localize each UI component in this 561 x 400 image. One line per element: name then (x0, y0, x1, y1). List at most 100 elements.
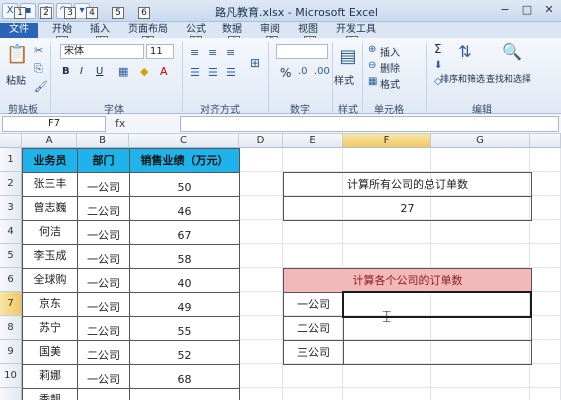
row-header[interactable]: 6 (0, 268, 22, 292)
table-cell[interactable]: 50 (129, 172, 240, 197)
table-cell[interactable]: 55 (129, 316, 240, 341)
format-cells-button[interactable]: 格式 (380, 76, 400, 91)
empty-cell[interactable] (239, 196, 283, 220)
align-middle-icon[interactable]: ≡ (208, 46, 217, 59)
empty-cell[interactable] (431, 388, 530, 400)
row-header[interactable]: 1 (0, 148, 22, 172)
find-select-icon[interactable]: 🔍 (500, 42, 524, 61)
empty-cell[interactable] (239, 388, 283, 400)
total-box-value[interactable]: 27 (283, 196, 532, 221)
column-header[interactable]: D (239, 134, 283, 148)
table-cell[interactable]: 68 (129, 364, 240, 389)
format-cells-icon[interactable]: ▦ (368, 76, 377, 87)
border-icon[interactable]: ▦ (118, 65, 128, 78)
empty-cell[interactable] (343, 364, 431, 388)
underline-button[interactable]: U (96, 66, 103, 77)
format-painter-icon[interactable]: 🖌 (34, 80, 48, 93)
paste-icon[interactable]: 📋 (6, 44, 28, 68)
table-cell[interactable]: 二公司 (77, 340, 130, 365)
company-label[interactable]: 一公司 (283, 292, 344, 317)
column-header[interactable]: E (283, 134, 343, 148)
empty-cell[interactable] (431, 364, 530, 388)
table-cell[interactable]: 曾志巍 (22, 196, 78, 221)
table-cell[interactable]: 二公司 (77, 316, 130, 341)
table-cell[interactable] (77, 388, 130, 400)
decrease-decimal-icon[interactable]: .00 (314, 66, 330, 77)
font-name-select[interactable]: 宋体 (60, 44, 144, 59)
table-cell[interactable]: 季靓 (22, 388, 78, 400)
fx-icon[interactable]: fx (115, 117, 125, 130)
company-label[interactable]: 三公司 (283, 340, 344, 365)
cut-icon[interactable]: ✂ (34, 44, 43, 57)
find-select-button[interactable]: 查找和选择 (486, 72, 531, 85)
styles-icon[interactable]: ▤ (338, 46, 358, 67)
empty-cell[interactable] (239, 268, 283, 292)
empty-cell[interactable] (431, 220, 530, 244)
empty-cell[interactable] (530, 172, 561, 196)
copy-icon[interactable]: ⎘ (34, 62, 43, 76)
align-center-icon[interactable]: ☰ (208, 66, 218, 79)
empty-cell[interactable] (239, 220, 283, 244)
company-box-title[interactable]: 计算各个公司的订单数 (283, 268, 532, 293)
table-cell[interactable]: 一公司 (77, 172, 130, 197)
table-header[interactable]: 销售业绩（万元） (129, 148, 240, 173)
close-button[interactable]: ✕ (539, 2, 559, 18)
maximize-button[interactable]: □ (517, 2, 537, 18)
column-header-selected[interactable]: F (343, 134, 431, 148)
empty-cell[interactable] (239, 364, 283, 388)
company-count-cell[interactable] (343, 292, 532, 317)
column-header[interactable]: A (22, 134, 77, 148)
insert-cells-button[interactable]: 插入 (380, 44, 400, 59)
empty-cell[interactable] (530, 148, 561, 172)
empty-cell[interactable] (530, 388, 561, 400)
table-cell[interactable]: 莉娜 (22, 364, 78, 389)
empty-cell[interactable] (239, 172, 283, 196)
table-cell[interactable]: 一公司 (77, 268, 130, 293)
align-left-icon[interactable]: ☰ (190, 66, 200, 79)
empty-cell[interactable] (283, 244, 343, 268)
empty-cell[interactable] (530, 196, 561, 220)
table-cell[interactable]: 张三丰 (22, 172, 78, 197)
table-cell[interactable]: 58 (129, 244, 240, 269)
empty-cell[interactable] (530, 364, 561, 388)
italic-button[interactable]: I (80, 66, 83, 77)
row-header[interactable] (0, 388, 22, 400)
row-header[interactable]: 9 (0, 340, 22, 364)
empty-cell[interactable] (530, 220, 561, 244)
empty-cell[interactable] (283, 148, 343, 172)
table-cell[interactable]: 一公司 (77, 292, 130, 317)
company-label[interactable]: 二公司 (283, 316, 344, 341)
align-bottom-icon[interactable]: ≡ (226, 46, 235, 59)
sort-filter-button[interactable]: 排序和筛选 (440, 72, 485, 85)
empty-cell[interactable] (239, 148, 283, 172)
table-cell[interactable]: 67 (129, 220, 240, 245)
empty-cell[interactable] (343, 244, 431, 268)
row-header-selected[interactable]: 7 (0, 292, 22, 316)
table-cell[interactable]: 京东 (22, 292, 78, 317)
table-cell[interactable] (129, 388, 240, 400)
increase-decimal-icon[interactable]: .0 (298, 66, 308, 77)
formula-input[interactable] (180, 116, 559, 132)
table-cell[interactable]: 49 (129, 292, 240, 317)
select-all-corner[interactable] (0, 134, 22, 148)
table-cell[interactable]: 40 (129, 268, 240, 293)
table-cell[interactable]: 52 (129, 340, 240, 365)
empty-cell[interactable] (530, 340, 561, 364)
styles-button[interactable]: 样式 (334, 72, 354, 87)
bold-button[interactable]: B (62, 66, 70, 77)
empty-cell[interactable] (239, 316, 283, 340)
row-header[interactable]: 5 (0, 244, 22, 268)
percent-button[interactable]: % (280, 66, 291, 80)
tab-file[interactable]: 文件 (0, 23, 38, 38)
fill-icon[interactable]: ⬇ (434, 60, 442, 71)
empty-cell[interactable] (530, 244, 561, 268)
table-header[interactable]: 业务员 (22, 148, 78, 173)
font-size-select[interactable]: 11 (146, 44, 174, 59)
empty-cell[interactable] (530, 316, 561, 340)
column-header[interactable]: G (431, 134, 530, 148)
table-cell[interactable]: 何洁 (22, 220, 78, 245)
table-cell[interactable]: 46 (129, 196, 240, 221)
row-header[interactable]: 8 (0, 316, 22, 340)
empty-cell[interactable] (239, 340, 283, 364)
company-count-cell[interactable] (343, 316, 532, 341)
